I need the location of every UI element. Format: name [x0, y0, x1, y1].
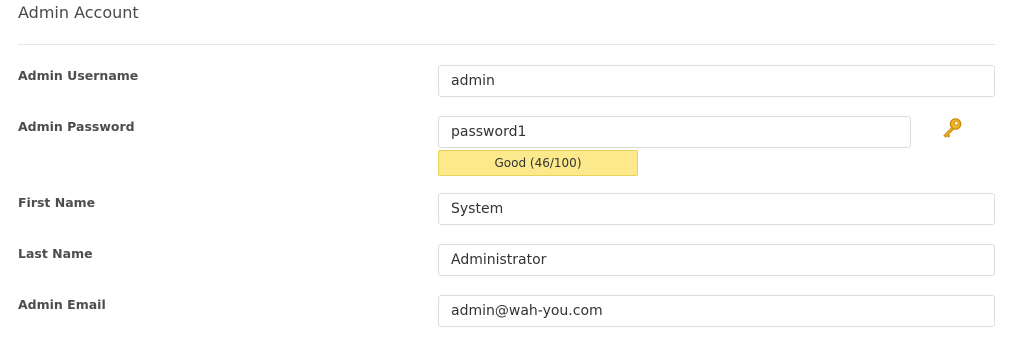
- password-strength-meter: Good (46/100): [438, 150, 638, 176]
- admin-password-input[interactable]: [438, 116, 911, 148]
- admin-password-label: Admin Password: [18, 119, 135, 134]
- first-name-input[interactable]: [438, 193, 995, 225]
- admin-email-label: Admin Email: [18, 297, 106, 312]
- admin-email-input[interactable]: [438, 295, 995, 327]
- section-title: Admin Account: [18, 3, 139, 22]
- section-divider: [18, 44, 995, 45]
- key-icon[interactable]: [940, 116, 964, 140]
- admin-username-label: Admin Username: [18, 68, 139, 83]
- last-name-label: Last Name: [18, 246, 93, 261]
- admin-username-input[interactable]: [438, 65, 995, 97]
- last-name-input[interactable]: [438, 244, 995, 276]
- first-name-label: First Name: [18, 195, 96, 210]
- key-icon-graphic: [943, 118, 962, 138]
